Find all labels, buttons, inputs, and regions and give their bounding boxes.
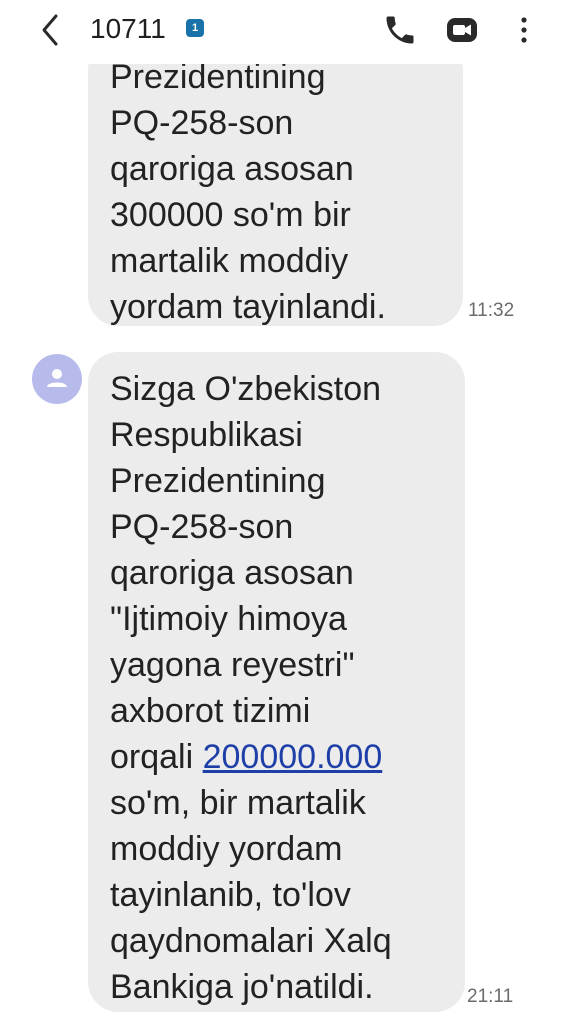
video-call-icon (447, 18, 477, 42)
message-line: Respublikasi (110, 416, 303, 454)
message-line: 300000 so'm bir (110, 196, 351, 234)
message-line: yordam tayinlandi. (110, 288, 386, 326)
message-line: tayinlanib, to'lov (110, 876, 351, 914)
message-timestamp: 21:11 (467, 986, 514, 1007)
person-icon (47, 369, 67, 387)
message-line: so'm, bir martalik (110, 784, 366, 822)
message-line: yagona reyestri" (110, 646, 355, 684)
message-line: qaroriga asosan (110, 554, 354, 592)
avatar[interactable] (32, 354, 82, 404)
message-bubble[interactable]: Sizga O'zbekiston Respublikasi Prezident… (88, 352, 465, 1012)
call-button[interactable] (382, 12, 418, 48)
amount-link[interactable]: 200000.000 (203, 738, 383, 776)
message-line: PQ-258-son (110, 104, 294, 142)
back-arrow-icon (42, 14, 58, 46)
message-line: "Ijtimoiy himoya (110, 600, 347, 638)
message-line: axborot tizimi (110, 692, 311, 730)
message-line: martalik moddiy (110, 242, 349, 280)
message-timestamp: 11:32 (468, 300, 515, 321)
message-line: qaroriga asosan (110, 150, 354, 188)
message-bubble[interactable]: Prezidentining PQ-258-son qaroriga asosa… (88, 40, 463, 326)
phone-icon (386, 16, 414, 44)
message-line: Bankiga jo'natildi. (110, 968, 374, 1006)
sim-badge: 1 (186, 19, 204, 37)
more-vertical-icon (521, 17, 527, 43)
message-line: moddiy yordam (110, 830, 343, 868)
message-line: orqali 200000.000 (110, 734, 465, 780)
contact-name[interactable]: 10711 (90, 12, 166, 46)
more-options-button[interactable] (506, 12, 542, 48)
message-line: PQ-258-son (110, 508, 294, 546)
video-call-button[interactable] (444, 12, 480, 48)
conversation-header: 10711 1 (0, 0, 576, 64)
link-prefix: orqali (110, 738, 203, 776)
back-button[interactable] (36, 10, 72, 50)
message-line: qaydnomalari Xalq (110, 922, 392, 960)
message-line: Sizga O'zbekiston (110, 370, 382, 408)
message-line: Prezidentining (110, 462, 326, 500)
